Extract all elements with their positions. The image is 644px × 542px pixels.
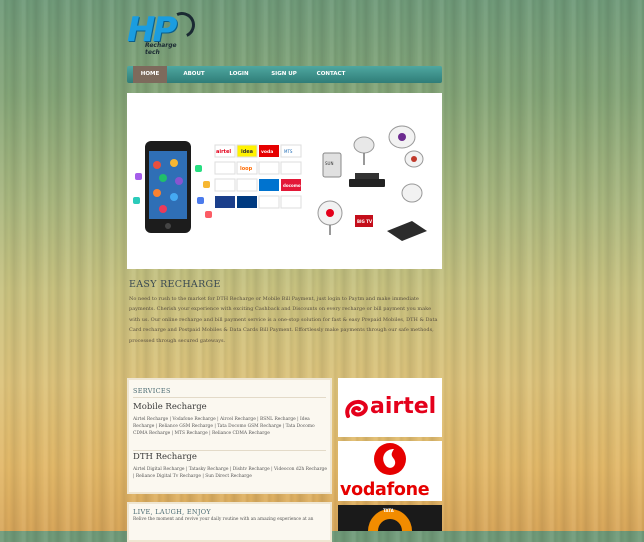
dth-dishes-image: SUN BIG TV — [317, 125, 427, 241]
mobile-recharge-links[interactable]: Airtel Recharge | Vodafone Recharge | Ai… — [133, 416, 329, 438]
svg-text:idea: idea — [241, 149, 253, 155]
hero-illustration: airtel idea voda MTS loop docomo SUN BIG… — [133, 125, 427, 241]
svg-text:airtel: airtel — [216, 149, 231, 155]
svg-text:BIG TV: BIG TV — [357, 219, 373, 224]
easy-recharge-title: EASY RECHARGE — [129, 279, 221, 290]
svg-text:voda: voda — [261, 149, 273, 155]
live-panel: LIVE, LAUGH, ENJOY Relive the moment and… — [127, 502, 332, 542]
services-panel: SERVICES Mobile Recharge Airtel Recharge… — [127, 378, 332, 494]
svg-text:loop: loop — [240, 166, 253, 172]
operator-logos-grid: airtel idea voda MTS loop docomo — [214, 144, 302, 209]
hero-banner: airtel idea voda MTS loop docomo SUN BIG… — [127, 93, 442, 269]
vodafone-ad[interactable]: vodafone — [338, 441, 442, 501]
vodafone-wordmark: vodafone — [340, 480, 430, 500]
site-logo[interactable]: HP Recharge tech — [127, 8, 199, 56]
main-nav: HOME ABOUT LOGIN SIGN UP CONTACT — [127, 66, 442, 83]
services-heading: SERVICES — [133, 387, 171, 395]
tata-wordmark: TATA — [383, 508, 394, 513]
airtel-wordmark: airtel — [370, 394, 437, 419]
divider — [133, 450, 326, 451]
airtel-ad[interactable]: airtel — [338, 378, 442, 437]
dth-recharge-links[interactable]: Airtel Digital Recharge | Tatasky Rechar… — [133, 466, 329, 480]
nav-contact[interactable]: CONTACT — [313, 66, 349, 83]
nav-signup[interactable]: SIGN UP — [267, 66, 301, 83]
divider — [133, 397, 326, 398]
smartphone-image — [133, 141, 212, 233]
svg-text:MTS: MTS — [284, 149, 293, 154]
live-heading: LIVE, LAUGH, ENJOY — [133, 508, 211, 516]
nav-about[interactable]: ABOUT — [179, 66, 209, 83]
dth-recharge-title: DTH Recharge — [133, 452, 197, 462]
nav-login[interactable]: LOGIN — [224, 66, 254, 83]
svg-text:SUN: SUN — [325, 161, 333, 166]
nav-home[interactable]: HOME — [133, 66, 167, 83]
easy-recharge-text: No need to rush to the market for DTH Re… — [129, 296, 438, 344]
live-text: Relive the moment and revive your daily … — [133, 517, 314, 522]
mobile-recharge-title: Mobile Recharge — [133, 402, 207, 412]
logo-tagline: Recharge tech — [145, 42, 177, 56]
tata-ad[interactable]: TATA — [338, 505, 442, 531]
svg-text:docomo: docomo — [283, 183, 301, 188]
